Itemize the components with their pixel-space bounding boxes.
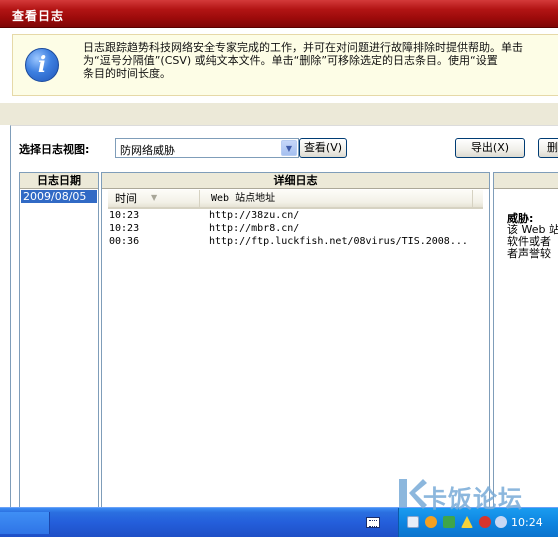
banner-description: 日志跟踪趋势科技网络安全专家完成的工作，并可在对问题进行故障排除时提供帮助。单击… — [83, 41, 558, 80]
threat-panel-header — [494, 173, 558, 189]
log-row-time: 00:36 — [109, 236, 140, 247]
separator — [0, 103, 558, 125]
banner-line-1: 日志跟踪趋势科技网络安全专家完成的工作，并可在对问题进行故障排除时提供帮助。单击 — [83, 41, 523, 54]
log-viewer-main: 选择日志视图: 防网络威胁 ▼ 查看(V) 导出(X) 删 日志日期 2009/… — [10, 125, 558, 508]
banner-line-3: 条目的时间长度。 — [83, 67, 171, 80]
log-view-label: 选择日志视图: — [19, 143, 90, 156]
log-view-selected-value: 防网络威胁 — [120, 144, 175, 157]
log-row-url: http://mbr8.cn/ — [209, 223, 300, 234]
info-banner: i 日志跟踪趋势科技网络安全专家完成的工作，并可在对问题进行故障排除时提供帮助。… — [0, 28, 558, 103]
threat-description: 该 Web 站 软件或者 者声誉较 — [507, 224, 558, 260]
detail-log-panel: 详细日志 时间 ▼ Web 站点地址 10:23 http://38zu.cn/… — [101, 172, 490, 508]
threat-line-3: 者声誉较 — [507, 247, 551, 260]
taskbar-window-button[interactable] — [0, 512, 50, 534]
log-view-select[interactable]: 防网络威胁 ▼ — [115, 138, 299, 158]
column-header-url[interactable]: Web 站点地址 — [201, 190, 275, 207]
column-header-time-label: 时间 — [115, 192, 137, 205]
log-row-time: 10:23 — [109, 223, 140, 234]
watermark-logo: 卡饭论坛 — [395, 477, 558, 537]
info-banner-box: i 日志跟踪趋势科技网络安全专家完成的工作，并可在对问题进行故障排除时提供帮助。… — [12, 34, 558, 96]
threat-description-panel: 威胁: 该 Web 站 软件或者 者声誉较 — [493, 172, 558, 508]
column-header-time[interactable]: 时间 ▼ — [108, 190, 200, 207]
log-date-item[interactable]: 2009/08/05 — [21, 190, 97, 203]
view-button[interactable]: 查看(V) — [299, 138, 347, 158]
log-row[interactable]: 00:36 http://ftp.luckfish.net/08virus/TI… — [108, 235, 489, 248]
log-row[interactable]: 10:23 http://mbr8.cn/ — [108, 222, 489, 235]
log-row-time: 10:23 — [109, 210, 140, 221]
sort-descending-icon: ▼ — [151, 193, 158, 202]
log-date-list[interactable]: 日志日期 2009/08/05 — [19, 172, 99, 508]
keyboard-icon[interactable] — [366, 517, 380, 528]
chevron-down-icon[interactable]: ▼ — [281, 140, 297, 156]
window-title: 查看日志 — [12, 9, 65, 23]
detail-log-column-headers: 时间 ▼ Web 站点地址 — [108, 190, 483, 209]
delete-button[interactable]: 删 — [538, 138, 558, 158]
log-row-url: http://ftp.luckfish.net/08virus/TIS.2008… — [209, 236, 468, 247]
log-row[interactable]: 10:23 http://38zu.cn/ — [108, 209, 489, 222]
title-bar[interactable]: 查看日志 — [0, 0, 558, 28]
log-date-header: 日志日期 — [20, 173, 98, 189]
column-divider — [472, 190, 473, 207]
banner-line-2: 为“逗号分隔值”(CSV) 或纯文本文件。单击“删除”可移除选定的日志条目。使用… — [83, 54, 498, 67]
log-row-url: http://38zu.cn/ — [209, 210, 300, 221]
export-button[interactable]: 导出(X) — [455, 138, 525, 158]
detail-log-header: 详细日志 — [102, 173, 489, 189]
watermark-text: 卡饭论坛 — [423, 485, 523, 513]
info-icon: i — [25, 48, 59, 82]
